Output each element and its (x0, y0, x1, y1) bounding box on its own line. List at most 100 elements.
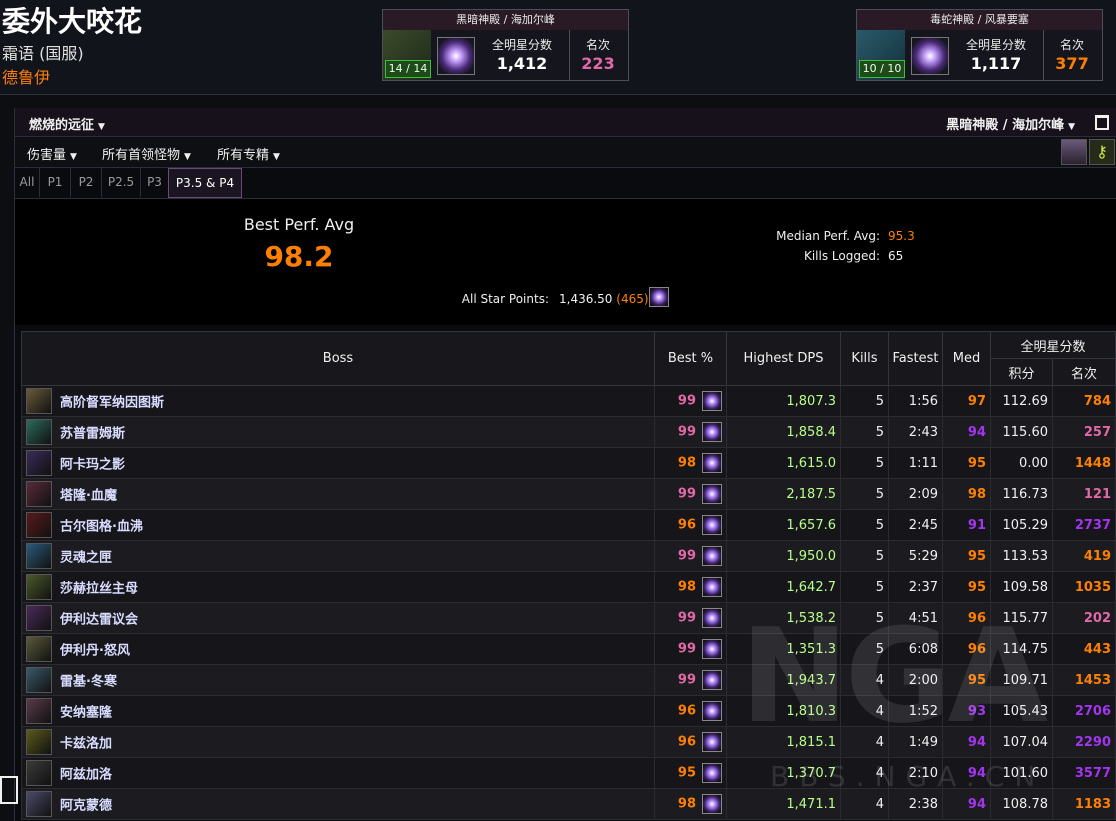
table-row[interactable]: 伊利丹·怒风 99 1,351.3 5 6:08 96 114.75 443 (21, 633, 1116, 665)
allstar-icon (702, 546, 722, 566)
window-toggle-icon[interactable] (1095, 115, 1109, 130)
spec-dropdown[interactable]: 所有专精 ▼ (217, 144, 280, 163)
zone-card-serpentshrine[interactable]: 毒蛇神殿 / 风暴要塞 10 / 10 全明星分数 1,117 名次 377 (856, 9, 1103, 81)
allstar-score: 109.71 (990, 664, 1053, 696)
best-percent: 99 (677, 486, 696, 502)
expansion-dropdown[interactable]: 燃烧的远征 ▼ (29, 114, 105, 133)
expansion-label: 燃烧的远征 (29, 118, 95, 133)
allstar-rank: 3577 (1051, 757, 1116, 789)
allstar-label: 全明星分数 (491, 38, 552, 52)
boss-cell[interactable]: 雷基·冬寒 (21, 664, 655, 696)
boss-name[interactable]: 卡兹洛加 (60, 737, 112, 752)
col-score[interactable]: 积分 (990, 358, 1053, 386)
boss-name[interactable]: 灵魂之匣 (60, 551, 112, 566)
boss-name[interactable]: 伊利丹·怒风 (60, 644, 130, 659)
best-percent: 99 (677, 548, 696, 564)
boss-filter-dropdown[interactable]: 所有首领怪物 ▼ (102, 144, 191, 163)
boss-cell[interactable]: 阿卡玛之影 (21, 447, 655, 479)
boss-cell[interactable]: 伊利丹·怒风 (21, 633, 655, 665)
best-percent: 96 (677, 703, 696, 719)
table-row[interactable]: 高阶督军纳因图斯 99 1,807.3 5 1:56 97 112.69 784 (21, 385, 1116, 417)
col-dps[interactable]: Highest DPS (726, 331, 841, 386)
zone-card-black-temple[interactable]: 黑暗神殿 / 海加尔峰 14 / 14 全明星分数 1,412 名次 223 (382, 9, 629, 81)
table-row[interactable]: 苏普雷姆斯 99 1,858.4 5 2:43 94 115.60 257 (21, 416, 1116, 448)
kills-count: 5 (840, 571, 889, 603)
fastest-kill: 2:37 (888, 571, 943, 603)
boss-name[interactable]: 塔隆·血魔 (60, 489, 117, 504)
raid-icon[interactable] (1061, 139, 1087, 165)
boss-name[interactable]: 伊利达雷议会 (60, 613, 138, 628)
allstar-score: 115.77 (990, 602, 1053, 634)
allstar-rank: 1035 (1051, 571, 1116, 603)
table-row[interactable]: 阿克蒙德 98 1,471.1 4 2:38 94 108.78 1183 (21, 788, 1116, 820)
boss-cell[interactable]: 伊利达雷议会 (21, 602, 655, 634)
boss-name[interactable]: 雷基·冬寒 (60, 675, 117, 690)
tab-p2[interactable]: P2 (71, 168, 102, 197)
median-perf-value: 95.3 (888, 229, 915, 243)
table-row[interactable]: 阿兹加洛 95 1,370.7 4 2:10 94 101.60 3577 (21, 757, 1116, 789)
character-header: 委外大咬花 霜语 (国服) 德鲁伊 黑暗神殿 / 海加尔峰 14 / 14 全明… (0, 0, 1116, 95)
col-rank[interactable]: 名次 (1051, 358, 1116, 386)
table-row[interactable]: 阿卡玛之影 98 1,615.0 5 1:11 95 0.00 1448 (21, 447, 1116, 479)
boss-name[interactable]: 高阶督军纳因图斯 (60, 396, 164, 411)
boss-name[interactable]: 阿兹加洛 (60, 768, 112, 783)
table-row[interactable]: 灵魂之匣 99 1,950.0 5 5:29 95 113.53 419 (21, 540, 1116, 572)
kills-count: 4 (840, 726, 889, 758)
boss-cell[interactable]: 古尔图格·血沸 (21, 509, 655, 541)
boss-name[interactable]: 阿克蒙德 (60, 799, 112, 814)
allstar-rank: 2290 (1051, 726, 1116, 758)
zone-dropdown[interactable]: 黑暗神殿 / 海加尔峰 ▼ (946, 114, 1075, 133)
tab-all[interactable]: All (15, 168, 40, 197)
boss-cell[interactable]: 苏普雷姆斯 (21, 416, 655, 448)
boss-name[interactable]: 古尔图格·血沸 (60, 520, 143, 535)
kills-count: 5 (840, 447, 889, 479)
boss-name[interactable]: 莎赫拉丝主母 (60, 582, 138, 597)
boss-cell[interactable]: 塔隆·血魔 (21, 478, 655, 510)
col-boss[interactable]: Boss (21, 331, 655, 386)
table-row[interactable]: 安纳塞隆 96 1,810.3 4 1:52 93 105.43 2706 (21, 695, 1116, 727)
boss-cell[interactable]: 莎赫拉丝主母 (21, 571, 655, 603)
key-icon[interactable]: ⚷ (1089, 139, 1115, 165)
tab-p2-5[interactable]: P2.5 (102, 168, 141, 197)
tab-p1[interactable]: P1 (40, 168, 71, 197)
col-kills[interactable]: Kills (840, 331, 889, 386)
table-row[interactable]: 伊利达雷议会 99 1,538.2 5 4:51 96 115.77 202 (21, 602, 1116, 634)
best-percent-cell: 99 (654, 540, 727, 572)
col-best[interactable]: Best % (654, 331, 727, 386)
tab-p3[interactable]: P3 (141, 168, 169, 197)
kills-logged-value: 65 (888, 249, 904, 263)
allstar-rank: 443 (1051, 633, 1116, 665)
kills-count: 5 (840, 385, 889, 417)
boss-name[interactable]: 安纳塞隆 (60, 706, 112, 721)
tab-p3-5-p4[interactable]: P3.5 & P4 (168, 168, 242, 198)
boss-portrait-icon (26, 481, 52, 507)
boss-cell[interactable]: 灵魂之匣 (21, 540, 655, 572)
allstar-value: 1,412 (496, 54, 548, 73)
boss-portrait-icon (26, 605, 52, 631)
boss-name[interactable]: 苏普雷姆斯 (60, 427, 125, 442)
spec-label: 所有专精 (217, 148, 270, 163)
table-row[interactable]: 莎赫拉丝主母 98 1,642.7 5 2:37 95 109.58 1035 (21, 571, 1116, 603)
table-row[interactable]: 古尔图格·血沸 96 1,657.6 5 2:45 91 105.29 2737 (21, 509, 1116, 541)
col-allstar: 全明星分数 (989, 331, 1116, 359)
metric-label: 伤害量 (27, 148, 67, 163)
boss-name[interactable]: 阿卡玛之影 (60, 458, 125, 473)
character-class[interactable]: 德鲁伊 (2, 64, 50, 88)
table-row[interactable]: 卡兹洛加 96 1,815.1 4 1:49 94 107.04 2290 (21, 726, 1116, 758)
boss-cell[interactable]: 卡兹洛加 (21, 726, 655, 758)
boss-cell[interactable]: 阿兹加洛 (21, 757, 655, 789)
allstar-value: 1,117 (970, 54, 1022, 73)
boss-cell[interactable]: 高阶督军纳因图斯 (21, 385, 655, 417)
median-percent: 95 (942, 540, 991, 572)
table-row[interactable]: 塔隆·血魔 99 2,187.5 5 2:09 98 116.73 121 (21, 478, 1116, 510)
qr-code-icon[interactable] (0, 776, 18, 804)
col-med[interactable]: Med (942, 331, 991, 386)
table-row[interactable]: 雷基·冬寒 99 1,943.7 4 2:00 95 109.71 1453 (21, 664, 1116, 696)
boss-cell[interactable]: 阿克蒙德 (21, 788, 655, 820)
zone-progress-badge: 10 / 10 (859, 60, 905, 78)
metric-dropdown[interactable]: 伤害量 ▼ (27, 144, 77, 163)
caret-down-icon: ▼ (70, 152, 77, 162)
boss-cell[interactable]: 安纳塞隆 (21, 695, 655, 727)
col-fastest[interactable]: Fastest (888, 331, 943, 386)
best-percent: 96 (677, 734, 696, 750)
